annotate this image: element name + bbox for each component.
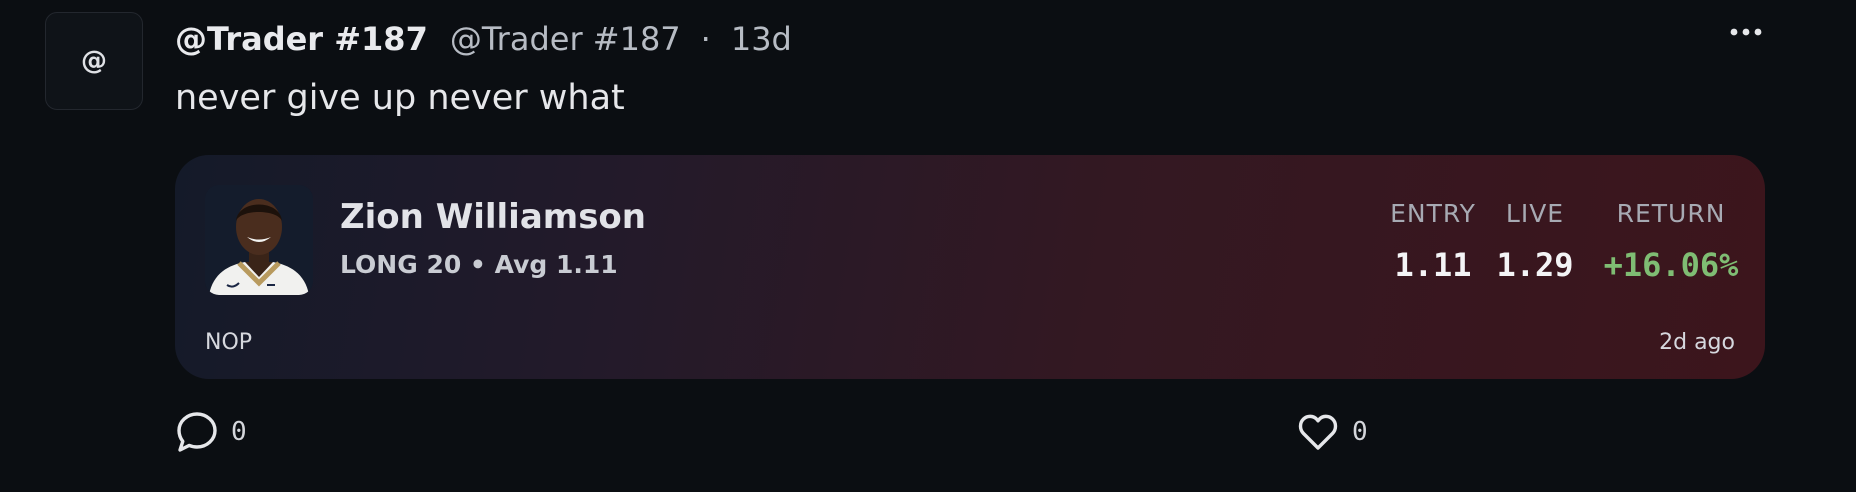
live-stat: LIVE 1.29 (1487, 199, 1583, 284)
user-handle[interactable]: @Trader #187 (450, 20, 681, 58)
avatar-text: @ (81, 46, 107, 76)
card-timestamp: 2d ago (1659, 330, 1735, 355)
live-label: LIVE (1505, 199, 1565, 228)
heart-icon (1298, 414, 1338, 450)
live-value: 1.29 (1496, 246, 1574, 284)
comment-button[interactable]: 0 (175, 410, 247, 454)
post-timestamp[interactable]: 13d (731, 20, 792, 58)
like-count: 0 (1352, 417, 1368, 447)
position-summary: LONG 20 • Avg 1.11 (340, 250, 618, 279)
return-label: RETURN (1616, 199, 1726, 228)
like-button[interactable]: 0 (1296, 410, 1368, 454)
entry-value: 1.11 (1394, 246, 1472, 284)
return-value: +16.06% (1603, 246, 1739, 284)
position-card[interactable]: Zion Williamson LONG 20 • Avg 1.11 ENTRY… (175, 155, 1765, 379)
player-name: Zion Williamson (340, 197, 646, 237)
comment-count: 0 (231, 417, 247, 447)
return-stat: RETURN +16.06% (1595, 199, 1747, 284)
team-abbreviation: NOP (205, 330, 253, 355)
display-name[interactable]: @Trader #187 (175, 20, 428, 58)
entry-stat: ENTRY 1.11 (1383, 199, 1483, 284)
separator-dot: · (700, 20, 711, 58)
post-header: @Trader #187 @Trader #187 · 13d (175, 16, 792, 62)
entry-label: ENTRY (1390, 199, 1476, 228)
post-text: never give up never what (175, 78, 625, 118)
player-photo (205, 185, 313, 295)
more-horizontal-icon (1730, 28, 1762, 36)
comment-icon (177, 412, 217, 452)
more-options-button[interactable] (1726, 20, 1766, 44)
avatar[interactable]: @ (45, 12, 143, 110)
